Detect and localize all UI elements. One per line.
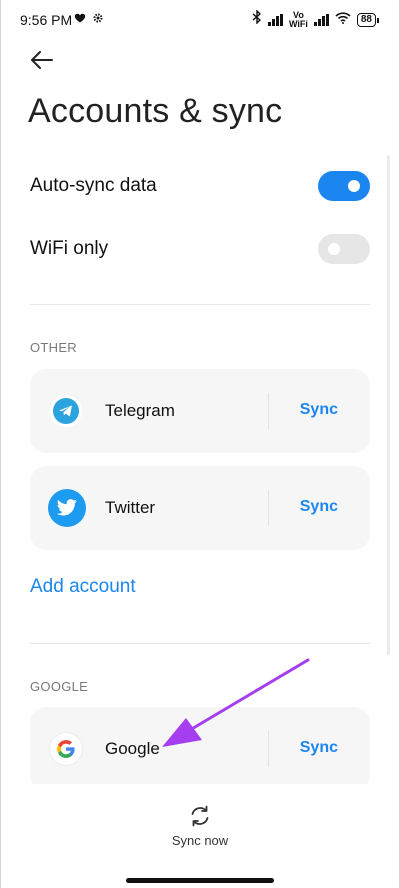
annotation-arrow-icon xyxy=(162,658,310,747)
